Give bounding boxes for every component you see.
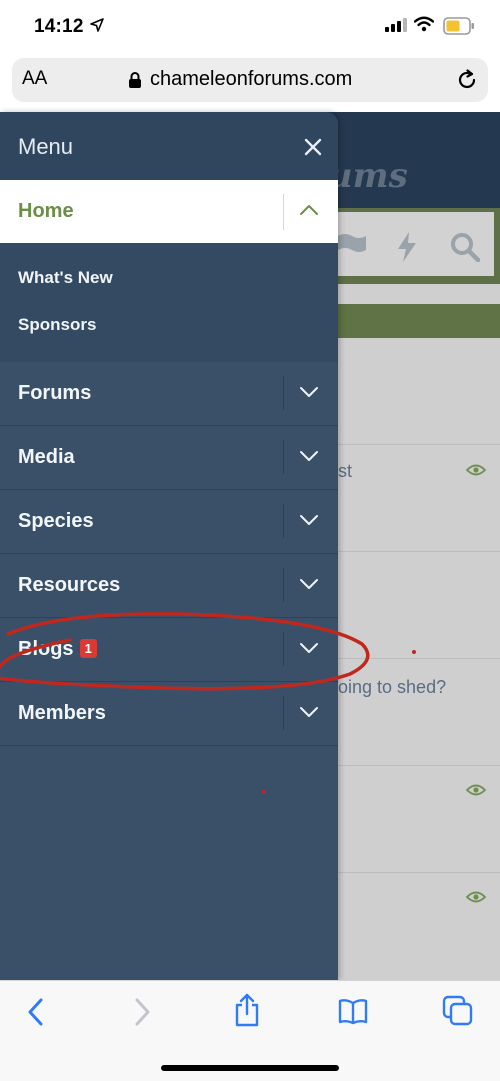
url-domain[interactable]: chameleonforums.com xyxy=(150,68,352,91)
nav-item-blogs[interactable]: Blogs 1 xyxy=(0,618,338,682)
submenu-item-sponsors[interactable]: Sponsors xyxy=(18,315,96,335)
forward-icon[interactable] xyxy=(132,997,152,1027)
share-icon[interactable] xyxy=(233,993,261,1027)
nav-item-forums[interactable]: Forums xyxy=(0,362,338,426)
nav-item-label[interactable]: Home xyxy=(18,200,74,223)
nav-drawer: Menu Home What's New Sponsors Forums Med… xyxy=(0,112,338,980)
back-icon[interactable] xyxy=(26,997,46,1027)
thread-title[interactable]: st xyxy=(338,461,352,482)
divider xyxy=(283,632,284,666)
chevron-down-icon[interactable] xyxy=(299,514,319,526)
nav-item-media[interactable]: Media xyxy=(0,426,338,490)
bookmarks-icon[interactable] xyxy=(338,999,368,1025)
battery-icon xyxy=(443,17,474,35)
address-bar[interactable]: AA chameleonforums.com xyxy=(12,58,488,102)
nav-item-label[interactable]: Blogs xyxy=(18,638,74,660)
nav-item-home[interactable]: Home xyxy=(0,180,338,243)
divider xyxy=(283,376,284,410)
nav-item-members[interactable]: Members xyxy=(0,682,338,746)
divider xyxy=(283,696,284,730)
nav-item-resources[interactable]: Resources xyxy=(0,554,338,618)
chevron-down-icon[interactable] xyxy=(299,386,319,398)
chevron-down-icon[interactable] xyxy=(299,450,319,462)
browser-toolbar xyxy=(0,980,500,1081)
search-icon[interactable] xyxy=(450,232,480,262)
annotation-dot xyxy=(412,650,416,654)
thread-title[interactable]: oing to shed? xyxy=(338,677,446,698)
eye-icon xyxy=(466,464,486,476)
menu-title: Menu xyxy=(18,134,74,159)
status-bar: 14:12 xyxy=(0,0,500,54)
close-icon[interactable] xyxy=(300,134,326,160)
lock-icon xyxy=(129,72,141,88)
flag-icon[interactable] xyxy=(336,232,368,260)
cell-signal-icon xyxy=(385,18,407,32)
home-indicator xyxy=(161,1065,339,1071)
eye-icon xyxy=(466,891,486,903)
chevron-down-icon[interactable] xyxy=(299,578,319,590)
divider xyxy=(283,440,284,474)
eye-icon xyxy=(466,784,486,796)
nav-item-label[interactable]: Species xyxy=(18,510,94,533)
tabs-icon[interactable] xyxy=(442,995,474,1027)
annotation-dot xyxy=(262,790,266,794)
chevron-down-icon[interactable] xyxy=(299,706,319,718)
bolt-icon[interactable] xyxy=(396,232,418,262)
chevron-up-icon[interactable] xyxy=(299,204,319,216)
divider xyxy=(283,194,284,230)
reload-icon[interactable] xyxy=(456,69,478,91)
status-time: 14:12 xyxy=(34,16,84,37)
chevron-down-icon[interactable] xyxy=(299,642,319,654)
nav-item-label[interactable]: Media xyxy=(18,446,75,469)
wifi-icon xyxy=(414,16,434,32)
drawer-header: Menu xyxy=(0,112,338,180)
reader-text-button[interactable]: AA xyxy=(22,68,47,90)
location-arrow-icon xyxy=(90,18,104,32)
nav-item-label[interactable]: Members xyxy=(18,702,106,725)
submenu-item-whats-new[interactable]: What's New xyxy=(18,268,113,288)
divider xyxy=(283,568,284,602)
nav-item-label[interactable]: Forums xyxy=(18,382,91,405)
home-submenu: What's New Sponsors xyxy=(0,243,338,362)
nav-item-label-wrap[interactable]: Blogs 1 xyxy=(18,638,97,661)
nav-item-label[interactable]: Resources xyxy=(18,574,120,597)
divider xyxy=(283,504,284,538)
notification-badge: 1 xyxy=(79,639,97,658)
nav-item-species[interactable]: Species xyxy=(0,490,338,554)
